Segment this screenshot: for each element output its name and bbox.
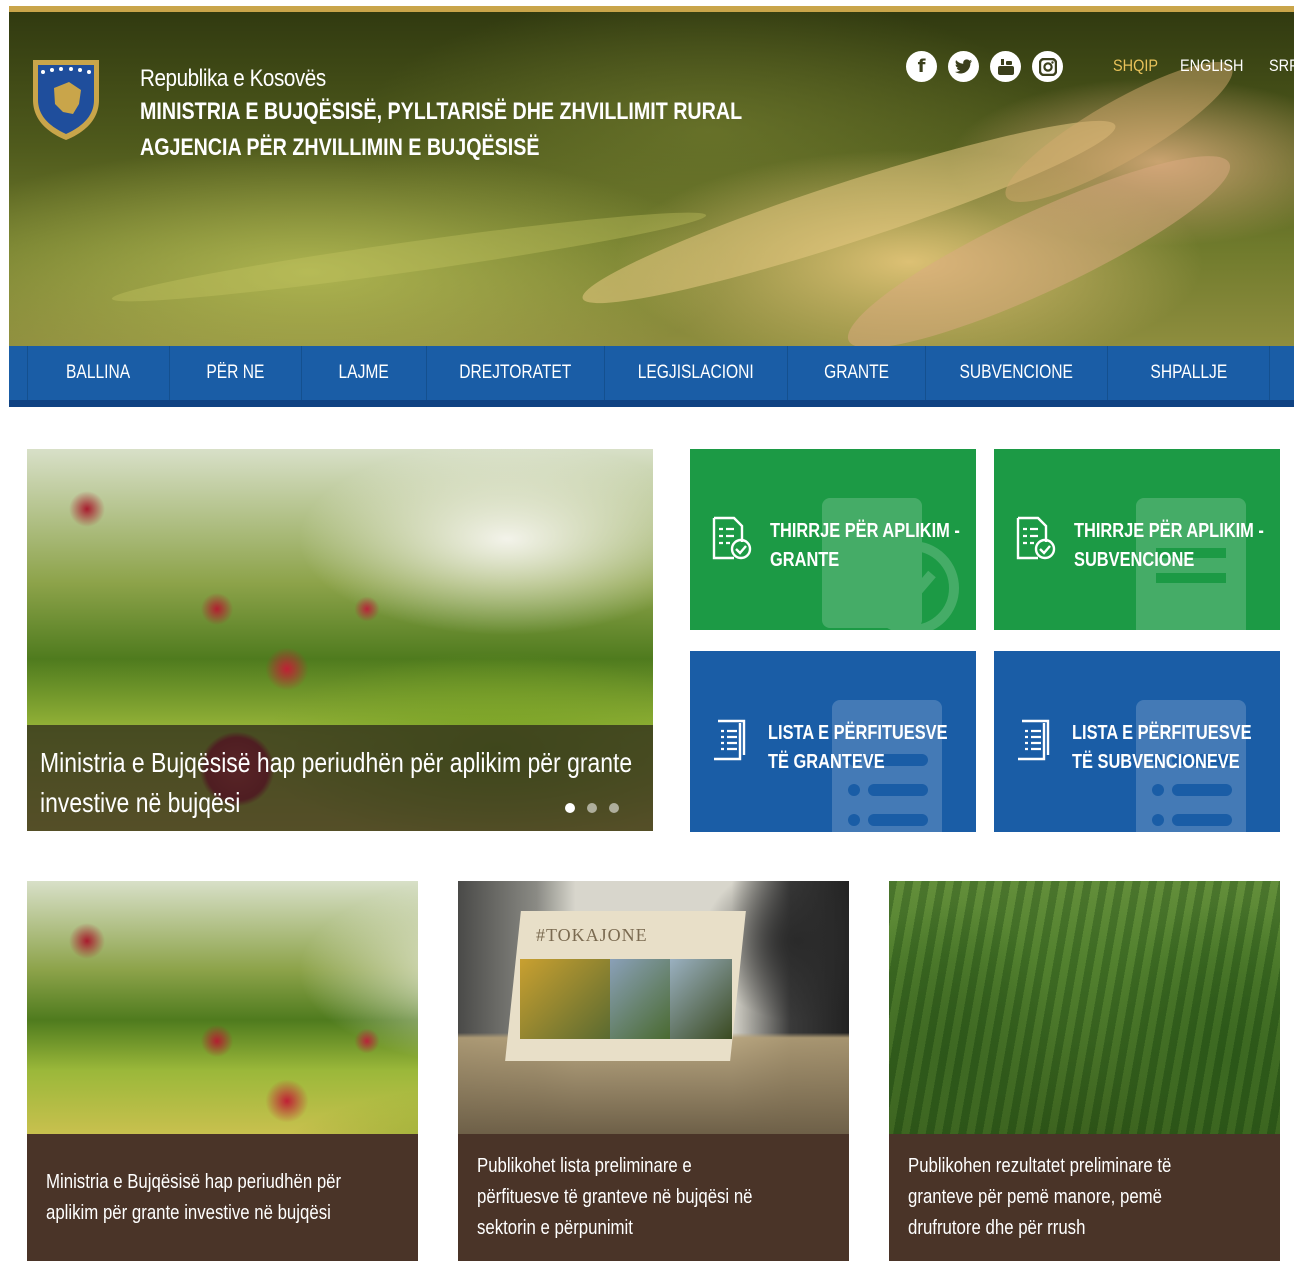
nav-label: SUBVENCIONE (959, 362, 1074, 383)
book-picture (670, 959, 732, 1039)
news-card[interactable]: Ministria e Bujqësisë hap periudhën për … (27, 881, 418, 1261)
language-switcher: SHQIP ENGLISH SRPSKI (1113, 56, 1294, 76)
slider-dot-3[interactable] (609, 803, 619, 813)
ministry-name: MINISTRIA E BUJQËSISË, PYLLTARISË DHE ZH… (140, 98, 743, 125)
facebook-icon[interactable]: f (906, 51, 937, 82)
nav-drejtoratet[interactable]: DREJTORATET (426, 346, 604, 400)
nav-grante[interactable]: GRANTE (787, 346, 925, 400)
slider-caption-text: Ministria e Bujqësisë hap periudhën për … (40, 747, 633, 818)
twitter-icon[interactable] (948, 51, 979, 82)
tile-beneficiaries-grants[interactable]: LISTA E PËRFITUESVE TË GRANTEVE (690, 651, 976, 832)
tile-label: LISTA E PËRFITUESVE TË SUBVENCIONEVE (1072, 722, 1252, 773)
list-document-icon (1018, 719, 1050, 761)
instagram-icon[interactable] (1032, 51, 1063, 82)
news-card[interactable]: Publikohen rezultatet preliminare të gra… (889, 881, 1280, 1261)
nav-label: SHPALLJE (1150, 362, 1227, 383)
nav-divider (1269, 346, 1270, 400)
news-caption-text: Publikohet lista preliminare e përfitues… (477, 1155, 753, 1239)
vineyard-photo (889, 881, 1280, 1134)
main-nav: BALLINA PËR NE LAJME DREJTORATET LEGJISL… (9, 346, 1294, 407)
book-title: #TOKAJONE (536, 925, 648, 945)
news-photo: #TOKAJONE (458, 881, 849, 1134)
youtube-icon[interactable] (990, 51, 1021, 82)
lang-english-link[interactable]: ENGLISH (1180, 56, 1243, 76)
news-caption: Ministria e Bujqësisë hap periudhën për … (27, 1134, 418, 1261)
kosovo-emblem-icon[interactable] (29, 54, 103, 142)
news-caption: Publikohet lista preliminare e përfitues… (458, 1134, 849, 1261)
lang-shqip-link[interactable]: SHQIP (1113, 56, 1158, 76)
news-photo (889, 881, 1280, 1134)
agency-name: AGJENCIA PËR ZHVILLIMIN E BUJQËSISË (140, 134, 540, 161)
nav-ballina[interactable]: BALLINA (27, 346, 169, 400)
book-picture (610, 959, 670, 1039)
nav-label: LAJME (338, 362, 390, 383)
news-caption-text: Ministria e Bujqësisë hap periudhën për … (46, 1170, 342, 1224)
tile-beneficiaries-subsidies[interactable]: LISTA E PËRFITUESVE TË SUBVENCIONEVE (994, 651, 1280, 832)
nav-label: BALLINA (66, 362, 131, 383)
nav-label: DREJTORATET (459, 362, 572, 383)
nav-legjislacioni[interactable]: LEGJISLACIONI (604, 346, 787, 400)
apple-orchard-photo (27, 881, 418, 1134)
news-card[interactable]: #TOKAJONE Publikohet lista preliminare e… (458, 881, 849, 1261)
ministry-title-block: Republika e Kosovës MINISTRIA E BUJQËSIS… (140, 64, 874, 166)
tile-label: THIRRJE PËR APLIKIM - SUBVENCIONE (1074, 520, 1264, 571)
application-form-icon (712, 516, 752, 560)
lang-srpski-link[interactable]: SRPSKI (1269, 56, 1294, 76)
slider-dot-1[interactable] (565, 803, 575, 813)
nav-subvencione[interactable]: SUBVENCIONE (925, 346, 1107, 400)
tile-call-grants[interactable]: THIRRJE PËR APLIKIM - GRANTE (690, 449, 976, 630)
slider-caption[interactable]: Ministria e Bujqësisë hap periudhën për … (27, 725, 653, 831)
slider-dots (565, 803, 619, 813)
tile-label: THIRRJE PËR APLIKIM - GRANTE (770, 520, 960, 571)
application-form-icon (1016, 516, 1056, 560)
news-caption: Publikohen rezultatet preliminare të gra… (889, 1134, 1280, 1261)
social-links: f (906, 51, 1063, 82)
nav-lajme[interactable]: LAJME (301, 346, 426, 400)
nav-label: GRANTE (824, 362, 889, 383)
nav-label: LEGJISLACIONI (637, 362, 755, 383)
nav-per-ne[interactable]: PËR NE (169, 346, 301, 400)
book-picture (520, 959, 610, 1039)
news-caption-text: Publikohen rezultatet preliminare të gra… (908, 1155, 1172, 1239)
featured-slider[interactable]: Ministria e Bujqësisë hap periudhën për … (27, 449, 653, 831)
nav-label: PËR NE (206, 362, 265, 383)
list-document-icon (714, 719, 746, 761)
news-photo (27, 881, 418, 1134)
nav-shpallje[interactable]: SHPALLJE (1107, 346, 1269, 400)
republic-name: Republika e Kosovës (140, 65, 326, 92)
site-header: Republika e Kosovës MINISTRIA E BUJQËSIS… (9, 12, 1294, 346)
slider-dot-2[interactable] (587, 803, 597, 813)
tile-label: LISTA E PËRFITUESVE TË GRANTEVE (768, 722, 948, 773)
tile-call-subsidies[interactable]: THIRRJE PËR APLIKIM - SUBVENCIONE (994, 449, 1280, 630)
book-photo: #TOKAJONE (458, 881, 849, 1134)
